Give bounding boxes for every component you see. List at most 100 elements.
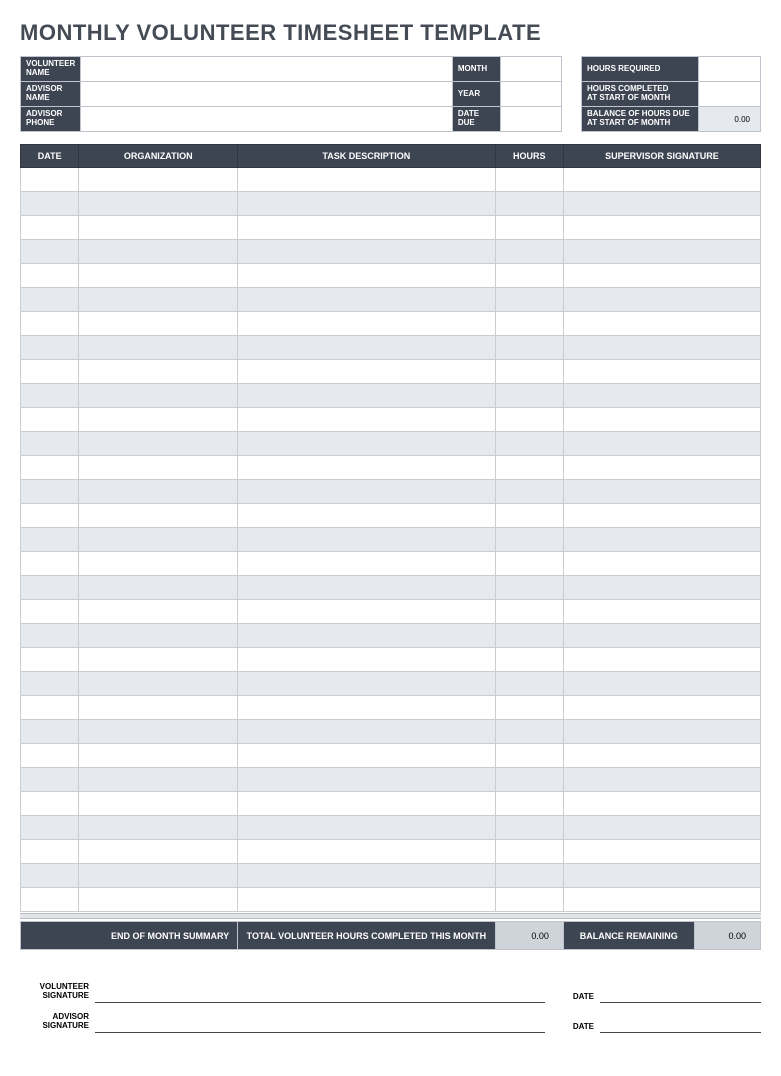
cell[interactable] (238, 336, 495, 360)
cell[interactable] (495, 672, 563, 696)
cell[interactable] (238, 288, 495, 312)
cell[interactable] (79, 336, 238, 360)
cell[interactable] (79, 624, 238, 648)
date-due-field[interactable] (500, 107, 561, 132)
cell[interactable] (563, 240, 760, 264)
advisor-date-line[interactable] (600, 1002, 761, 1032)
cell[interactable] (495, 432, 563, 456)
cell[interactable] (563, 888, 760, 912)
cell[interactable] (21, 552, 79, 576)
cell[interactable] (563, 624, 760, 648)
cell[interactable] (495, 504, 563, 528)
cell[interactable] (495, 240, 563, 264)
cell[interactable] (79, 216, 238, 240)
cell[interactable] (79, 528, 238, 552)
cell[interactable] (21, 408, 79, 432)
cell[interactable] (238, 888, 495, 912)
cell[interactable] (79, 168, 238, 192)
cell[interactable] (563, 216, 760, 240)
cell[interactable] (563, 336, 760, 360)
cell[interactable] (238, 432, 495, 456)
cell[interactable] (21, 696, 79, 720)
cell[interactable] (79, 456, 238, 480)
cell[interactable] (21, 480, 79, 504)
cell[interactable] (79, 600, 238, 624)
cell[interactable] (21, 240, 79, 264)
cell[interactable] (21, 768, 79, 792)
volunteer-date-line[interactable] (600, 972, 761, 1002)
cell[interactable] (21, 576, 79, 600)
cell[interactable] (238, 816, 495, 840)
cell[interactable] (79, 384, 238, 408)
cell[interactable] (495, 600, 563, 624)
cell[interactable] (21, 456, 79, 480)
cell[interactable] (21, 432, 79, 456)
cell[interactable] (495, 888, 563, 912)
cell[interactable] (238, 456, 495, 480)
cell[interactable] (21, 624, 79, 648)
cell[interactable] (563, 648, 760, 672)
cell[interactable] (238, 192, 495, 216)
cell[interactable] (563, 576, 760, 600)
cell[interactable] (238, 360, 495, 384)
cell[interactable] (495, 288, 563, 312)
cell[interactable] (563, 672, 760, 696)
cell[interactable] (495, 192, 563, 216)
cell[interactable] (563, 528, 760, 552)
month-field[interactable] (500, 57, 561, 82)
cell[interactable] (21, 888, 79, 912)
cell[interactable] (238, 744, 495, 768)
cell[interactable] (563, 696, 760, 720)
cell[interactable] (21, 744, 79, 768)
cell[interactable] (563, 192, 760, 216)
advisor-name-field[interactable] (81, 82, 453, 107)
cell[interactable] (79, 288, 238, 312)
cell[interactable] (563, 792, 760, 816)
cell[interactable] (21, 192, 79, 216)
cell[interactable] (79, 192, 238, 216)
cell[interactable] (563, 264, 760, 288)
cell[interactable] (563, 384, 760, 408)
cell[interactable] (495, 264, 563, 288)
cell[interactable] (238, 408, 495, 432)
cell[interactable] (563, 744, 760, 768)
cell[interactable] (79, 432, 238, 456)
cell[interactable] (21, 216, 79, 240)
cell[interactable] (238, 864, 495, 888)
cell[interactable] (563, 168, 760, 192)
cell[interactable] (495, 408, 563, 432)
year-field[interactable] (500, 82, 561, 107)
cell[interactable] (495, 360, 563, 384)
cell[interactable] (238, 600, 495, 624)
cell[interactable] (495, 648, 563, 672)
cell[interactable] (495, 816, 563, 840)
cell[interactable] (495, 552, 563, 576)
cell[interactable] (21, 600, 79, 624)
cell[interactable] (495, 720, 563, 744)
cell[interactable] (79, 576, 238, 600)
cell[interactable] (21, 528, 79, 552)
cell[interactable] (21, 312, 79, 336)
cell[interactable] (495, 792, 563, 816)
cell[interactable] (495, 216, 563, 240)
cell[interactable] (563, 312, 760, 336)
cell[interactable] (238, 480, 495, 504)
cell[interactable] (21, 384, 79, 408)
cell[interactable] (79, 672, 238, 696)
cell[interactable] (21, 792, 79, 816)
cell[interactable] (79, 240, 238, 264)
cell[interactable] (79, 648, 238, 672)
volunteer-name-field[interactable] (81, 57, 453, 82)
cell[interactable] (21, 816, 79, 840)
cell[interactable] (563, 840, 760, 864)
cell[interactable] (79, 840, 238, 864)
hours-required-field[interactable] (699, 57, 761, 82)
cell[interactable] (21, 864, 79, 888)
cell[interactable] (238, 648, 495, 672)
cell[interactable] (21, 336, 79, 360)
cell[interactable] (79, 480, 238, 504)
cell[interactable] (563, 768, 760, 792)
cell[interactable] (79, 720, 238, 744)
cell[interactable] (21, 360, 79, 384)
volunteer-signature-line[interactable] (95, 972, 545, 1002)
